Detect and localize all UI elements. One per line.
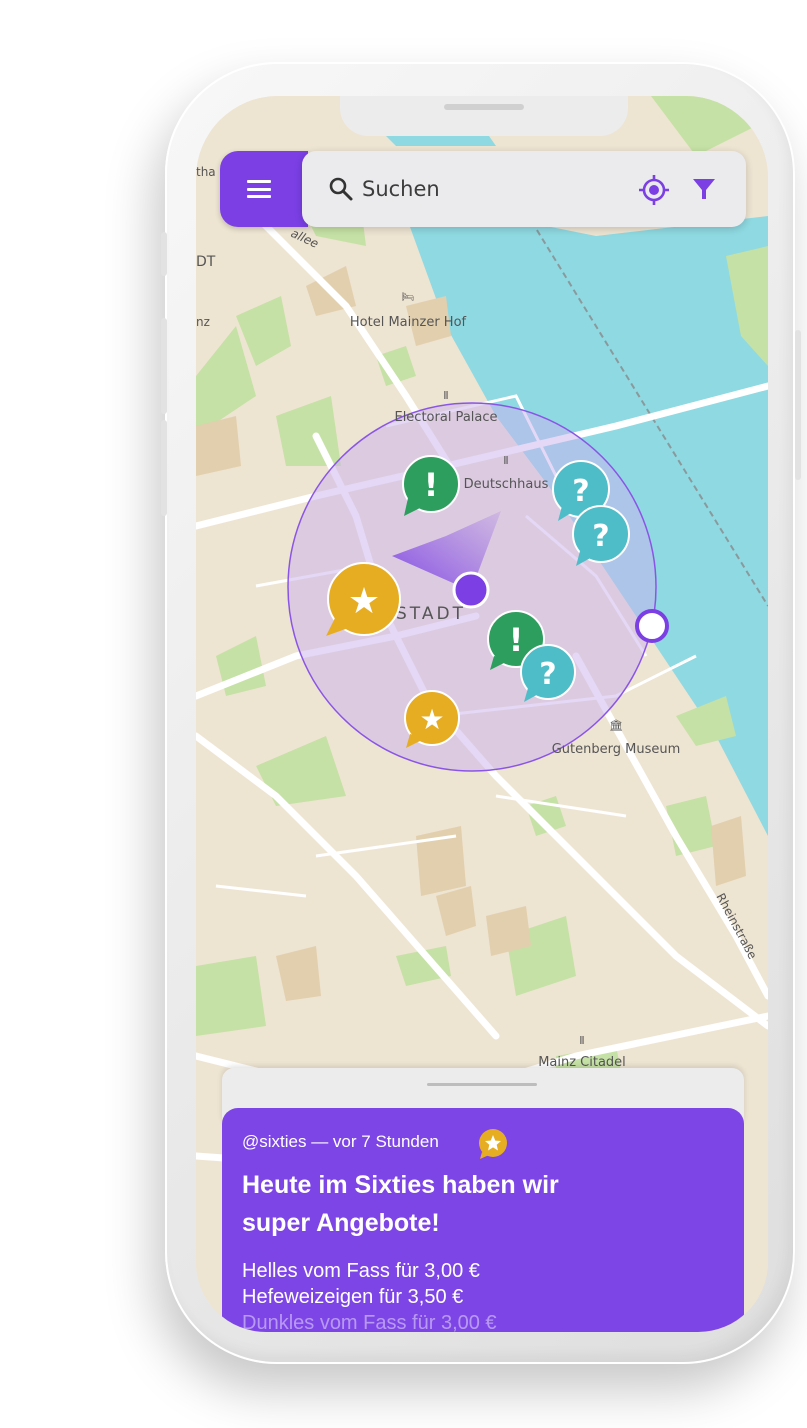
hotel-icon: 🛏 xyxy=(402,292,415,303)
marker-symbol: ? xyxy=(572,474,589,509)
marker-symbol: ? xyxy=(539,657,556,692)
marker-symbol: ★ xyxy=(348,581,380,622)
phone-side-button xyxy=(161,232,167,276)
speaker-grille xyxy=(444,104,524,110)
monument-icon: Ⅱ xyxy=(503,454,508,467)
post-line: Helles vom Fass für 3,00 € xyxy=(242,1260,480,1282)
map-label-museum: Gutenberg Museum xyxy=(552,742,681,757)
post-line: Hefeweizeigen für 3,50 € xyxy=(242,1286,464,1308)
map-label-deutschhaus: Deutschhaus xyxy=(464,477,549,492)
filter-icon[interactable] xyxy=(692,177,716,201)
search-icon xyxy=(329,177,353,201)
phone-notch xyxy=(340,96,628,136)
user-location-dot[interactable] xyxy=(452,571,490,609)
phone-side-button xyxy=(161,318,167,414)
monument-icon: Ⅱ xyxy=(579,1034,584,1047)
my-location-icon[interactable] xyxy=(638,174,670,206)
marker-symbol: ★ xyxy=(419,703,444,736)
marker-symbol: ? xyxy=(592,519,609,554)
post-meta: @sixties — vor 7 Stunden xyxy=(242,1132,439,1151)
map-label-edge: nz xyxy=(196,315,210,329)
post-body: Helles vom Fass für 3,00 € Hefeweizeigen… xyxy=(242,1258,497,1332)
menu-button[interactable] xyxy=(220,151,308,227)
star-badge-icon xyxy=(479,1129,507,1159)
search-bar[interactable]: Suchen xyxy=(302,151,746,227)
museum-icon: 🏛 xyxy=(609,719,623,732)
map-label-altstadt: STADT xyxy=(396,604,466,624)
phone-side-button xyxy=(161,420,167,516)
monument-icon: Ⅱ xyxy=(443,389,448,402)
post-title: Heute im Sixties haben wir super Angebot… xyxy=(242,1171,559,1237)
search-input[interactable]: Suchen xyxy=(362,177,440,201)
map-label-edge: DT xyxy=(196,254,216,270)
marker-symbol: ! xyxy=(424,466,439,504)
phone-power-button xyxy=(795,330,801,480)
sheet-drag-handle[interactable] xyxy=(427,1083,537,1086)
post-card[interactable]: @sixties — vor 7 Stunden Heute im Sixtie… xyxy=(222,1108,744,1332)
map-label-palace: Electoral Palace xyxy=(394,410,497,425)
marker-symbol: ! xyxy=(509,621,524,659)
radius-drag-handle[interactable] xyxy=(635,609,669,643)
marker-star[interactable]: ★ xyxy=(326,562,401,636)
post-line: Dunkles vom Fass für 3,00 € xyxy=(242,1312,497,1332)
map-label-edge: tha xyxy=(196,165,216,179)
phone-screen: 🛏 Hotel Mainzer Hof Ⅱ Electoral Palace Ⅱ… xyxy=(196,96,768,1332)
menu-icon xyxy=(247,180,271,198)
map-label-hotel: Hotel Mainzer Hof xyxy=(350,315,467,330)
